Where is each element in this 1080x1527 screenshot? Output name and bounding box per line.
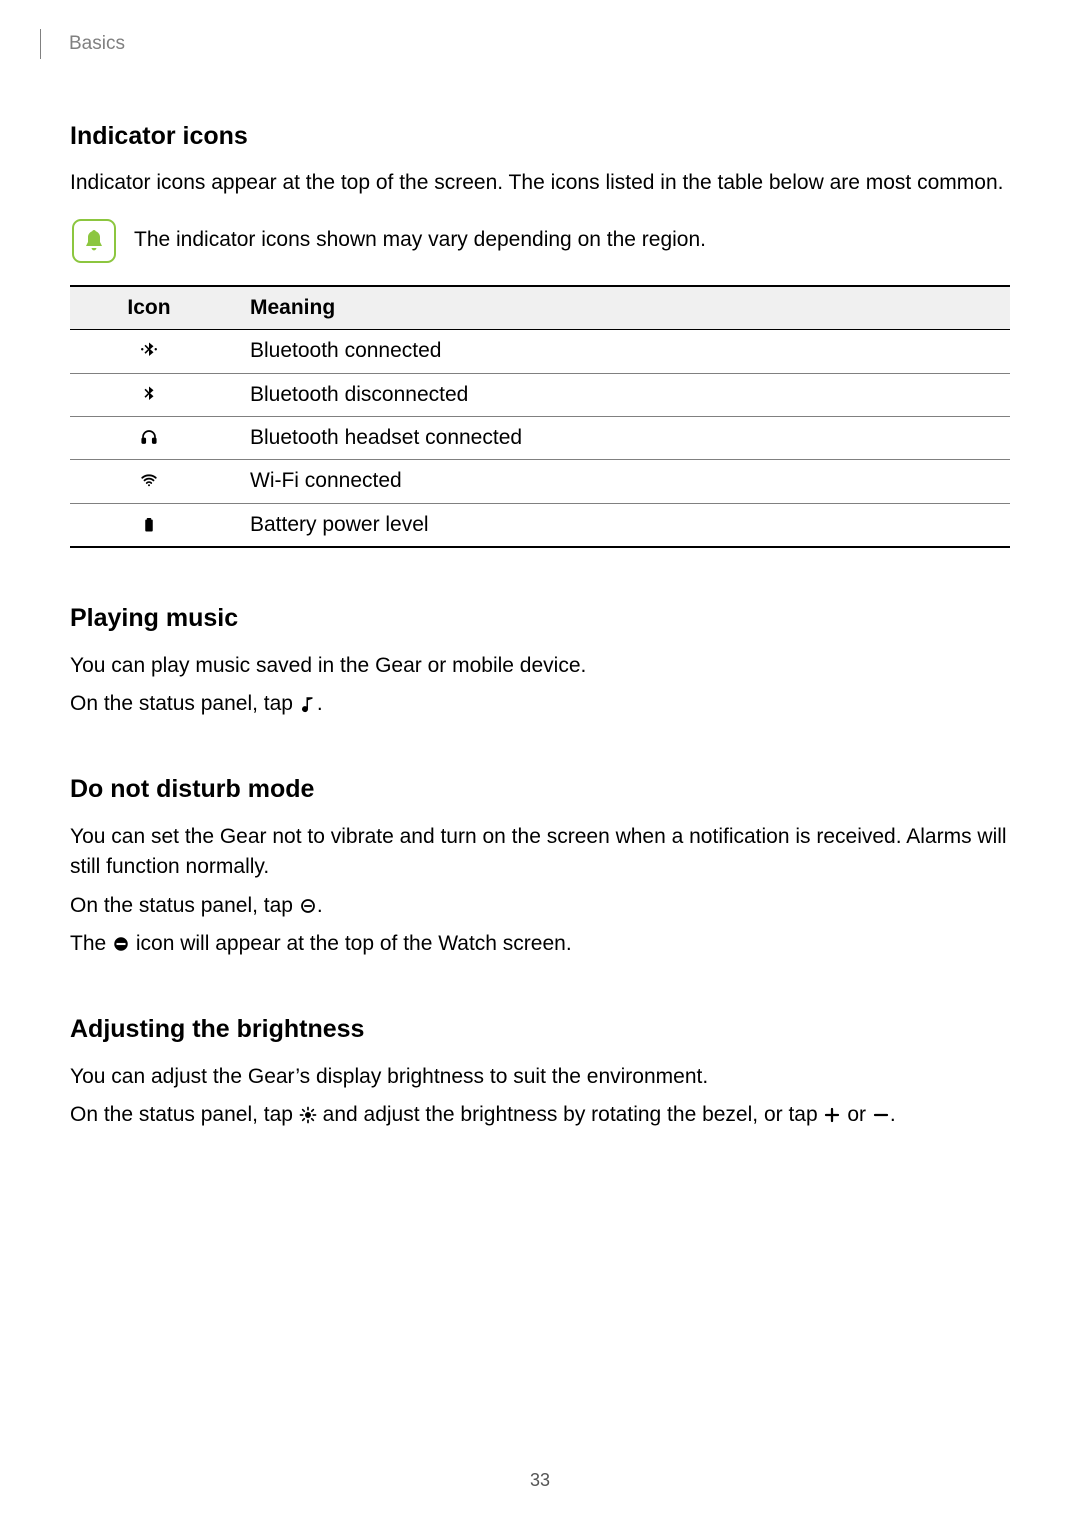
bluetooth-headset-icon [140,428,158,446]
cell-meaning: Bluetooth headset connected [228,417,1010,460]
heading-indicator-icons: Indicator icons [70,118,1010,154]
text-fragment: . [317,692,323,715]
cell-icon [70,330,228,373]
table-row: Bluetooth disconnected [70,373,1010,416]
table-row: Wi-Fi connected [70,460,1010,503]
text-fragment: . [890,1103,896,1126]
table-row: Battery power level [70,503,1010,547]
cell-meaning: Battery power level [228,503,1010,547]
page-number: 33 [0,1467,1080,1493]
cell-meaning: Bluetooth disconnected [228,373,1010,416]
dnd-line3: The icon will appear at the top of the W… [70,929,1010,959]
battery-icon [140,515,158,533]
table-header-row: Icon Meaning [70,286,1010,330]
cell-icon [70,417,228,460]
note-box: The indicator icons shown may vary depen… [70,219,1010,263]
indicator-icon-table: Icon Meaning Bluetooth connected [70,285,1010,549]
bluetooth-connected-icon [140,341,158,359]
cell-icon [70,503,228,547]
heading-playing-music: Playing music [70,600,1010,636]
brightness-line1: You can adjust the Gear’s display bright… [70,1062,1010,1092]
text-fragment: On the status panel, tap [70,692,299,715]
note-text: The indicator icons shown may vary depen… [134,225,706,255]
text-fragment: or [841,1103,871,1126]
col-icon: Icon [70,286,228,330]
music-note-icon [299,695,317,713]
music-line2: On the status panel, tap . [70,689,1010,719]
bluetooth-disconnected-icon [140,385,158,403]
table-row: Bluetooth headset connected [70,417,1010,460]
breadcrumb-divider [40,29,41,59]
dnd-outline-icon [299,897,317,915]
brightness-sun-icon [299,1106,317,1124]
text-fragment: icon will appear at the top of the Watch… [130,932,572,955]
document-page: Basics Indicator icons Indicator icons a… [0,0,1080,1527]
brightness-line2: On the status panel, tap and adjust the … [70,1100,1010,1130]
dnd-line2: On the status panel, tap . [70,891,1010,921]
text-fragment: . [317,894,323,917]
cell-meaning: Wi-Fi connected [228,460,1010,503]
text-fragment: On the status panel, tap [70,1103,299,1126]
note-bell-icon [72,219,116,263]
minus-icon [872,1106,890,1124]
indicator-intro: Indicator icons appear at the top of the… [70,168,1010,198]
table-row: Bluetooth connected [70,330,1010,373]
text-fragment: and adjust the brightness by rotating th… [317,1103,824,1126]
cell-icon [70,373,228,416]
breadcrumb-wrap: Basics [40,30,1010,58]
heading-dnd: Do not disturb mode [70,771,1010,807]
text-fragment: On the status panel, tap [70,894,299,917]
wifi-icon [140,471,158,489]
plus-icon [823,1106,841,1124]
text-fragment: The [70,932,112,955]
heading-brightness: Adjusting the brightness [70,1011,1010,1047]
cell-icon [70,460,228,503]
music-line1: You can play music saved in the Gear or … [70,651,1010,681]
dnd-filled-icon [112,935,130,953]
cell-meaning: Bluetooth connected [228,330,1010,373]
dnd-line1: You can set the Gear not to vibrate and … [70,822,1010,883]
col-meaning: Meaning [228,286,1010,330]
breadcrumb: Basics [69,30,125,58]
